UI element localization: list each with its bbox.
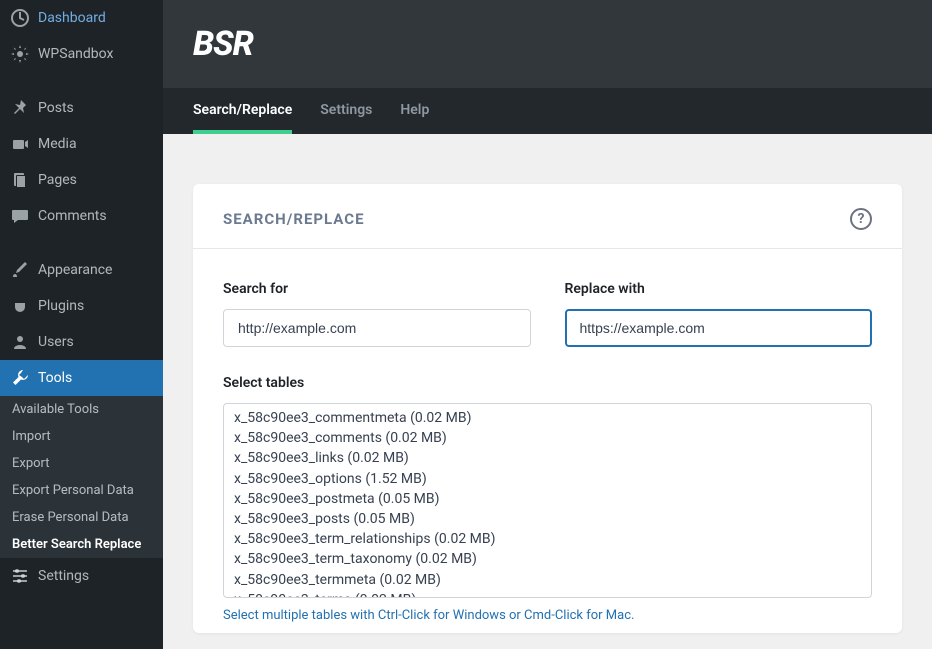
table-option[interactable]: x_58c90ee3_term_taxonomy (0.02 MB): [224, 549, 871, 569]
submenu-export[interactable]: Export: [0, 450, 163, 477]
panel-search-replace: SEARCH/REPLACE ? Search for Replace with…: [193, 184, 902, 633]
comment-icon: [10, 206, 30, 226]
sidebar-item-plugins[interactable]: Plugins: [0, 288, 163, 324]
table-option[interactable]: x_58c90ee3_comments (0.02 MB): [224, 428, 871, 448]
sidebar-item-label: Appearance: [38, 262, 112, 278]
sidebar-item-label: Media: [38, 136, 77, 152]
sidebar-item-label: Pages: [38, 172, 77, 188]
plug-icon: [10, 296, 30, 316]
sidebar-item-pages[interactable]: Pages: [0, 162, 163, 198]
panel-header: SEARCH/REPLACE ?: [193, 184, 902, 249]
field-search-for: Search for: [223, 281, 531, 347]
table-option[interactable]: x_58c90ee3_termmeta (0.02 MB): [224, 570, 871, 590]
table-option[interactable]: x_58c90ee3_terms (0.02 MB): [224, 590, 871, 598]
media-icon: [10, 134, 30, 154]
sliders-icon: [10, 566, 30, 586]
brand-header: BSR: [163, 0, 932, 88]
brush-icon: [10, 260, 30, 280]
tables-select[interactable]: x_58c90ee3_commentmeta (0.02 MB) x_58c90…: [223, 403, 872, 598]
search-for-input[interactable]: [223, 309, 531, 347]
table-option[interactable]: x_58c90ee3_commentmeta (0.02 MB): [224, 408, 871, 428]
sidebar-item-label: Posts: [38, 100, 74, 116]
submenu-erase-personal-data[interactable]: Erase Personal Data: [0, 504, 163, 531]
help-icon[interactable]: ?: [850, 208, 872, 230]
wrench-icon: [10, 368, 30, 388]
user-icon: [10, 332, 30, 352]
select-tables-hint: Select multiple tables with Ctrl-Click f…: [223, 608, 872, 623]
sidebar-item-users[interactable]: Users: [0, 324, 163, 360]
input-row: Search for Replace with: [223, 281, 872, 347]
table-option[interactable]: x_58c90ee3_links (0.02 MB): [224, 448, 871, 468]
tab-search-replace[interactable]: Search/Replace: [193, 88, 292, 134]
sidebar-item-label: Dashboard: [38, 10, 106, 26]
table-option[interactable]: x_58c90ee3_postmeta (0.05 MB): [224, 489, 871, 509]
sidebar-item-label: Plugins: [38, 298, 84, 314]
table-option[interactable]: x_58c90ee3_term_relationships (0.02 MB): [224, 529, 871, 549]
gear-icon: [10, 44, 30, 64]
tools-submenu: Available Tools Import Export Export Per…: [0, 396, 163, 558]
field-select-tables: Select tables x_58c90ee3_commentmeta (0.…: [223, 375, 872, 623]
sidebar-item-dashboard[interactable]: Dashboard: [0, 0, 163, 36]
select-tables-label: Select tables: [223, 375, 872, 391]
replace-with-input[interactable]: [565, 309, 873, 347]
dashboard-icon: [10, 8, 30, 28]
content-area: SEARCH/REPLACE ? Search for Replace with…: [163, 134, 932, 649]
panel-title: SEARCH/REPLACE: [223, 210, 365, 228]
panel-body: Search for Replace with Select tables x_…: [193, 249, 902, 633]
submenu-available-tools[interactable]: Available Tools: [0, 396, 163, 423]
submenu-export-personal-data[interactable]: Export Personal Data: [0, 477, 163, 504]
sidebar-item-media[interactable]: Media: [0, 126, 163, 162]
main-content: BSR Search/Replace Settings Help SEARCH/…: [163, 0, 932, 649]
table-option[interactable]: x_58c90ee3_posts (0.05 MB): [224, 509, 871, 529]
tab-settings[interactable]: Settings: [320, 88, 372, 134]
admin-sidebar: Dashboard WPSandbox Posts Media Pages Co…: [0, 0, 163, 649]
sidebar-item-label: WPSandbox: [38, 46, 113, 62]
field-replace-with: Replace with: [565, 281, 873, 347]
sidebar-item-label: Comments: [38, 208, 107, 224]
replace-with-label: Replace with: [565, 281, 873, 297]
page-icon: [10, 170, 30, 190]
sidebar-item-appearance[interactable]: Appearance: [0, 252, 163, 288]
brand-logo: BSR: [193, 24, 902, 64]
search-for-label: Search for: [223, 281, 531, 297]
sidebar-item-settings[interactable]: Settings: [0, 558, 163, 594]
table-option[interactable]: x_58c90ee3_options (1.52 MB): [224, 469, 871, 489]
submenu-better-search-replace[interactable]: Better Search Replace: [0, 531, 163, 558]
submenu-import[interactable]: Import: [0, 423, 163, 450]
sidebar-item-posts[interactable]: Posts: [0, 90, 163, 126]
pin-icon: [10, 98, 30, 118]
sidebar-item-tools[interactable]: Tools: [0, 360, 163, 396]
header-tabs: Search/Replace Settings Help: [163, 88, 932, 134]
menu-separator: [0, 72, 163, 90]
sidebar-item-label: Tools: [38, 370, 72, 386]
sidebar-item-comments[interactable]: Comments: [0, 198, 163, 234]
sidebar-item-label: Settings: [38, 568, 89, 584]
sidebar-item-wpsandbox[interactable]: WPSandbox: [0, 36, 163, 72]
tab-help[interactable]: Help: [400, 88, 429, 134]
sidebar-item-label: Users: [38, 334, 74, 350]
menu-separator: [0, 234, 163, 252]
